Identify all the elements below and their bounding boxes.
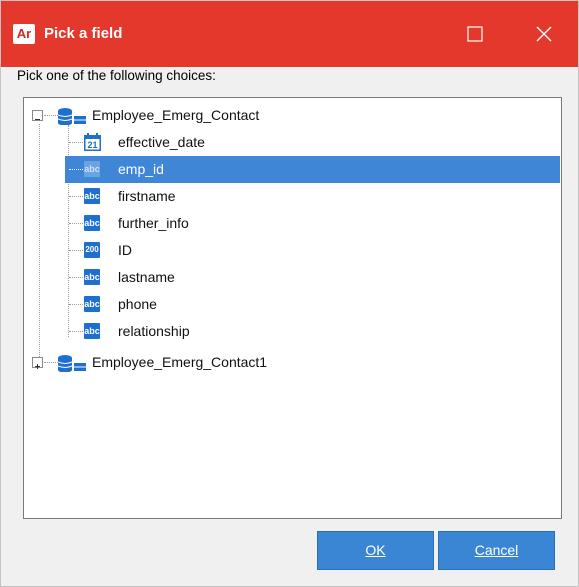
maximize-button[interactable]	[453, 14, 497, 54]
tree-connector	[44, 115, 58, 116]
ok-button[interactable]: OK	[317, 531, 434, 570]
string-type-icon: abc	[84, 269, 100, 285]
tree-group-employee-emerg-contact1[interactable]: Employee_Emerg_Contact1	[28, 349, 528, 376]
field-label: emp_id	[118, 161, 164, 177]
field-label: phone	[118, 296, 157, 312]
tree-connector	[69, 250, 83, 251]
collapse-toggle[interactable]	[32, 110, 43, 121]
close-button[interactable]	[522, 14, 566, 54]
field-label: effective_date	[118, 134, 205, 150]
number-type-icon: 200	[84, 242, 100, 258]
field-label: ID	[118, 242, 132, 258]
string-type-icon: abc	[84, 323, 100, 339]
tree-connector	[69, 331, 83, 332]
field-label: relationship	[118, 323, 190, 339]
tree-item-emp-id[interactable]: abc emp_id	[65, 156, 560, 183]
tree-item-effective-date[interactable]: 21 effective_date	[24, 129, 559, 156]
close-icon	[536, 26, 552, 42]
table-icon	[58, 108, 86, 125]
tree-connector	[69, 277, 83, 278]
pick-field-dialog: Ar Pick a field Pick one of the followin…	[0, 0, 579, 587]
table-icon	[58, 355, 86, 372]
string-type-icon: abc	[84, 188, 100, 204]
tree-item-further-info[interactable]: abc further_info	[24, 210, 559, 237]
tree-connector	[69, 169, 83, 170]
tree-item-relationship[interactable]: abc relationship	[24, 318, 559, 345]
calendar-icon: 21	[84, 133, 101, 151]
group-label: Employee_Emerg_Contact	[92, 107, 260, 123]
svg-text:21: 21	[87, 140, 97, 150]
field-label: further_info	[118, 215, 189, 231]
group-label: Employee_Emerg_Contact1	[92, 354, 268, 370]
string-type-icon: abc	[84, 215, 100, 231]
plus-icon	[35, 364, 40, 369]
minus-icon	[35, 119, 40, 120]
field-tree[interactable]: Employee_Emerg_Contact 21 effective_date…	[23, 97, 562, 519]
tree-item-phone[interactable]: abc phone	[24, 291, 559, 318]
maximize-icon	[467, 26, 483, 42]
tree-connector	[69, 223, 83, 224]
tree-item-lastname[interactable]: abc lastname	[24, 264, 559, 291]
field-label: firstname	[118, 188, 176, 204]
dialog-title: Pick a field	[44, 25, 123, 42]
tree-connector	[69, 304, 83, 305]
cancel-button[interactable]: Cancel	[438, 531, 555, 570]
string-type-icon: abc	[84, 296, 100, 312]
expand-toggle[interactable]	[32, 357, 43, 369]
title-bar[interactable]: Ar Pick a field	[1, 1, 578, 67]
tree-connector	[69, 196, 83, 197]
tree-connector	[69, 142, 83, 143]
string-type-icon: abc	[84, 161, 100, 177]
tree-item-firstname[interactable]: abc firstname	[24, 183, 559, 210]
tree-item-id[interactable]: 200 ID	[24, 237, 559, 264]
instruction-label: Pick one of the following choices:	[17, 68, 216, 83]
tree-group-employee-emerg-contact[interactable]: Employee_Emerg_Contact	[28, 102, 528, 129]
app-logo-icon: Ar	[13, 24, 35, 44]
tree-connector	[44, 362, 58, 363]
field-label: lastname	[118, 269, 175, 285]
